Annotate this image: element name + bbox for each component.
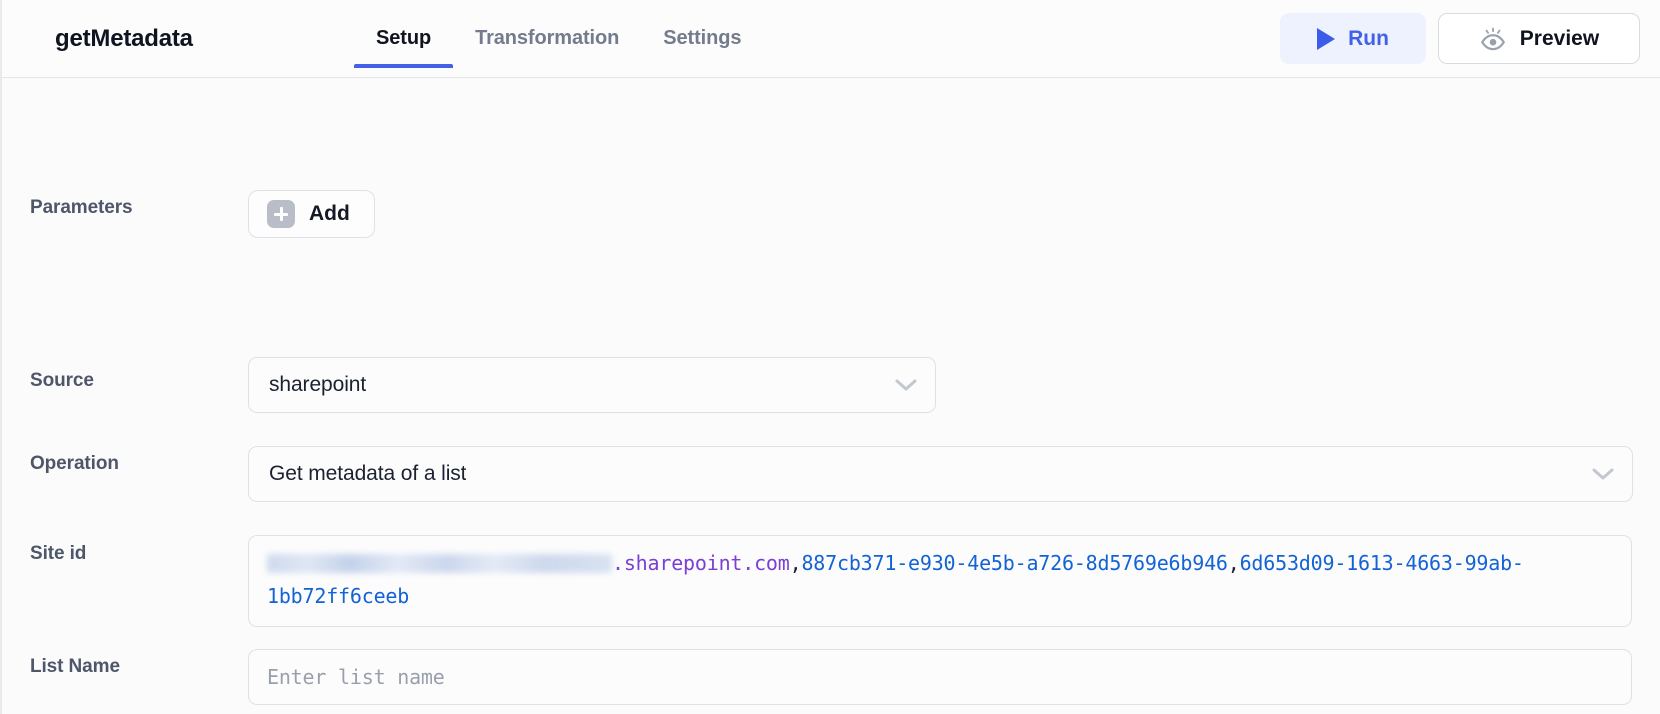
- list-name-input[interactable]: Enter list name: [248, 649, 1632, 705]
- source-selected-value: sharepoint: [269, 373, 367, 396]
- run-button-label: Run: [1348, 26, 1389, 50]
- run-button[interactable]: Run: [1280, 13, 1426, 64]
- add-parameter-label: Add: [309, 202, 350, 225]
- play-icon: [1317, 27, 1336, 50]
- tab-setup[interactable]: Setup: [354, 27, 454, 68]
- label-site-id: Site id: [30, 543, 87, 564]
- plus-square-icon: [267, 200, 295, 228]
- site-id-guid-1: 887cb371-e930-4e5b-a726-8d5769e6b946: [801, 551, 1228, 575]
- source-select[interactable]: sharepoint: [248, 357, 936, 413]
- redacted-hostname: [267, 554, 612, 573]
- tab-bar: Setup Transformation Settings: [354, 27, 763, 78]
- preview-button-label: Preview: [1519, 26, 1600, 50]
- operation-select[interactable]: Get metadata of a list: [248, 446, 1633, 502]
- chevron-down-icon: [1592, 468, 1614, 480]
- panel-header: getMetadata Setup Transformation Setting…: [2, 0, 1660, 78]
- site-id-domain: .sharepoint.com: [612, 551, 790, 575]
- eye-icon: [1480, 27, 1505, 50]
- list-name-placeholder: Enter list name: [267, 665, 445, 689]
- row-parameters: Parameters Add: [2, 78, 1660, 238]
- parameters-field: Add: [248, 190, 375, 238]
- label-list-name: List Name: [30, 656, 120, 677]
- operation-field: Get metadata of a list: [248, 446, 1633, 502]
- site-id-input[interactable]: .sharepoint.com,887cb371-e930-4e5b-a726-…: [248, 535, 1632, 627]
- tab-transformation[interactable]: Transformation: [453, 27, 641, 68]
- site-id-field: .sharepoint.com,887cb371-e930-4e5b-a726-…: [248, 535, 1632, 627]
- site-id-separator-1: ,: [789, 551, 802, 575]
- header-actions: Run Preview: [1280, 13, 1640, 64]
- source-field: sharepoint: [248, 357, 936, 413]
- label-operation: Operation: [30, 453, 119, 474]
- label-parameters: Parameters: [30, 197, 133, 218]
- label-source: Source: [30, 370, 94, 391]
- add-parameter-button[interactable]: Add: [248, 190, 375, 238]
- node-config-panel: getMetadata Setup Transformation Setting…: [0, 0, 1660, 714]
- site-id-separator-2: ,: [1227, 551, 1240, 575]
- tab-settings[interactable]: Settings: [641, 27, 763, 68]
- operation-selected-value: Get metadata of a list: [269, 462, 467, 485]
- preview-button[interactable]: Preview: [1438, 13, 1640, 64]
- chevron-down-icon: [895, 379, 917, 391]
- setup-form: Parameters Add Source sharepoint Operati…: [2, 78, 1660, 705]
- page-title: getMetadata: [55, 25, 193, 52]
- list-name-field: Enter list name: [248, 649, 1632, 705]
